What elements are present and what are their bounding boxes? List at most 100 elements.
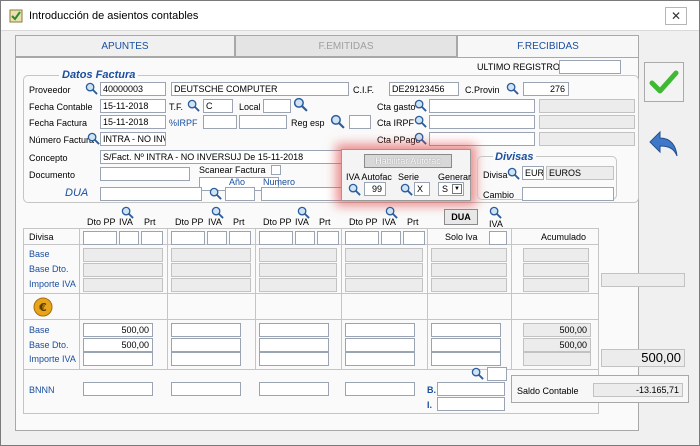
col2-iva-label: IVA: [208, 217, 222, 227]
numero-factura-search-icon[interactable]: [87, 132, 100, 145]
irpf-field[interactable]: [203, 115, 237, 129]
cambio-field[interactable]: [522, 187, 614, 201]
title-bar: Introducción de asientos contables ✕: [1, 1, 699, 31]
proveedor-label: Proveedor: [29, 85, 71, 95]
col4-iva-field[interactable]: [381, 231, 401, 245]
col3-iva-field[interactable]: [295, 231, 315, 245]
cta-irpf-code-field[interactable]: [429, 115, 535, 129]
numero-factura-field[interactable]: INTRA - NO INV: [100, 132, 166, 146]
tab-apuntes[interactable]: APUNTES: [15, 35, 235, 57]
bnnn-col4[interactable]: [345, 382, 415, 396]
euro-col3-iva[interactable]: [259, 352, 329, 366]
proveedor-name-field[interactable]: DEUTSCHE COMPUTER: [171, 82, 349, 96]
reg-esp-search-icon[interactable]: [330, 114, 345, 129]
close-button[interactable]: ✕: [665, 7, 687, 25]
euro-solo-base[interactable]: [431, 323, 501, 337]
euro-col3-base-dto[interactable]: [259, 338, 329, 352]
bnnn-code-field[interactable]: [487, 367, 507, 381]
bnnn-col3[interactable]: [259, 382, 329, 396]
dua-iva-search-icon[interactable]: [489, 206, 502, 219]
numero-field[interactable]: [261, 187, 343, 201]
ultimo-registro-field[interactable]: [559, 60, 621, 74]
reg-esp-field[interactable]: [349, 115, 371, 129]
euro-col1-base[interactable]: 500,00: [83, 323, 153, 337]
fecha-contable-field[interactable]: 15-11-2018: [100, 99, 166, 113]
euro-col2-base[interactable]: [171, 323, 241, 337]
col3-prt-field[interactable]: [317, 231, 339, 245]
b-field[interactable]: [437, 382, 505, 396]
euro-col4-iva[interactable]: [345, 352, 415, 366]
euro-col4-base[interactable]: [345, 323, 415, 337]
cif-field[interactable]: DE29123456: [389, 82, 459, 96]
serie-search-icon[interactable]: [400, 183, 413, 196]
numero-factura-label: Número Factura: [29, 135, 95, 145]
fecha-factura-label: Fecha Factura: [29, 118, 88, 128]
euro-coin-icon[interactable]: €: [33, 297, 53, 317]
documento-label: Documento: [29, 170, 76, 180]
generar-select-value: S: [442, 184, 449, 194]
euro-col3-base[interactable]: [259, 323, 329, 337]
euro-col1-iva[interactable]: [83, 352, 153, 366]
euro-col1-base-dto[interactable]: 500,00: [83, 338, 153, 352]
col1-iva-field[interactable]: [119, 231, 139, 245]
anio-field[interactable]: [225, 187, 255, 201]
i-field[interactable]: [437, 397, 505, 411]
local-search-icon[interactable]: [293, 97, 308, 112]
iva-autofac-field[interactable]: 99: [364, 182, 386, 196]
solo-iva-label: Solo Iva: [445, 232, 478, 242]
solo-iva-field[interactable]: [489, 231, 507, 245]
generar-select[interactable]: S ▼: [438, 182, 464, 196]
euro-col2-base-dto[interactable]: [171, 338, 241, 352]
bnnn-search-icon[interactable]: [471, 367, 484, 380]
scanear-factura-checkbox[interactable]: [271, 165, 281, 175]
dua-search-icon[interactable]: [209, 187, 222, 200]
divisa-search-icon[interactable]: [507, 167, 520, 180]
bnnn-col2[interactable]: [171, 382, 241, 396]
col1-prt-field[interactable]: [141, 231, 163, 245]
accept-button[interactable]: [644, 62, 684, 102]
cprovin-field[interactable]: 276: [523, 82, 569, 96]
local-field[interactable]: [263, 99, 291, 113]
col4-prt-field[interactable]: [403, 231, 425, 245]
tf-field[interactable]: C: [203, 99, 233, 113]
bnnn-col1[interactable]: [83, 382, 153, 396]
cta-gasto-label: Cta gasto: [377, 102, 416, 112]
col3-dto-pp-field[interactable]: [259, 231, 293, 245]
col1-dto-pp-field[interactable]: [83, 231, 117, 245]
documento-field[interactable]: [100, 167, 190, 181]
tab-f-emitidas[interactable]: F.EMITIDAS: [235, 35, 457, 57]
serie-field[interactable]: X: [414, 182, 430, 196]
divisa-solo-base-dto: [431, 263, 507, 277]
cta-ppago-code-field[interactable]: [429, 132, 535, 146]
dua-field[interactable]: [100, 187, 202, 201]
back-button[interactable]: [646, 126, 682, 162]
cta-gasto-code-field[interactable]: [429, 99, 535, 113]
irpf-amount-field[interactable]: [239, 115, 287, 129]
col2-dto-pp-field[interactable]: [171, 231, 205, 245]
iva-autofac-search-icon[interactable]: [348, 183, 361, 196]
chevron-down-icon: ▼: [452, 184, 462, 194]
proveedor-code-field[interactable]: 40000003: [100, 82, 166, 96]
tf-search-icon[interactable]: [187, 99, 200, 112]
divisa-code-field[interactable]: EUR: [522, 166, 544, 180]
euro-solo-base-dto[interactable]: [431, 338, 501, 352]
dua-button[interactable]: DUA: [444, 209, 478, 225]
fecha-factura-field[interactable]: 15-11-2018: [100, 115, 166, 129]
irpf-label: %IRPF: [169, 118, 198, 128]
concepto-field[interactable]: S/Fact. Nº INTRA - NO INVERSUJ De 15-11-…: [100, 150, 346, 164]
col4-dto-pp-field[interactable]: [345, 231, 379, 245]
col2-iva-field[interactable]: [207, 231, 227, 245]
proveedor-search-icon[interactable]: [85, 82, 98, 95]
cta-gasto-search-icon[interactable]: [414, 99, 427, 112]
cta-irpf-search-icon[interactable]: [414, 115, 427, 128]
col2-prt-field[interactable]: [229, 231, 251, 245]
cprovin-search-icon[interactable]: [506, 82, 519, 95]
euro-col4-base-dto[interactable]: [345, 338, 415, 352]
tab-f-recibidas[interactable]: F.RECIBIDAS: [457, 35, 639, 59]
euro-solo-iva[interactable]: [431, 352, 501, 366]
euro-base-dto-label: Base Dto.: [29, 340, 69, 350]
habilitar-autofac-button[interactable]: Habilitar Autofac: [364, 154, 452, 168]
euro-acum-base: 500,00: [523, 323, 591, 337]
euro-col2-iva[interactable]: [171, 352, 241, 366]
cta-ppago-search-icon[interactable]: [414, 132, 427, 145]
